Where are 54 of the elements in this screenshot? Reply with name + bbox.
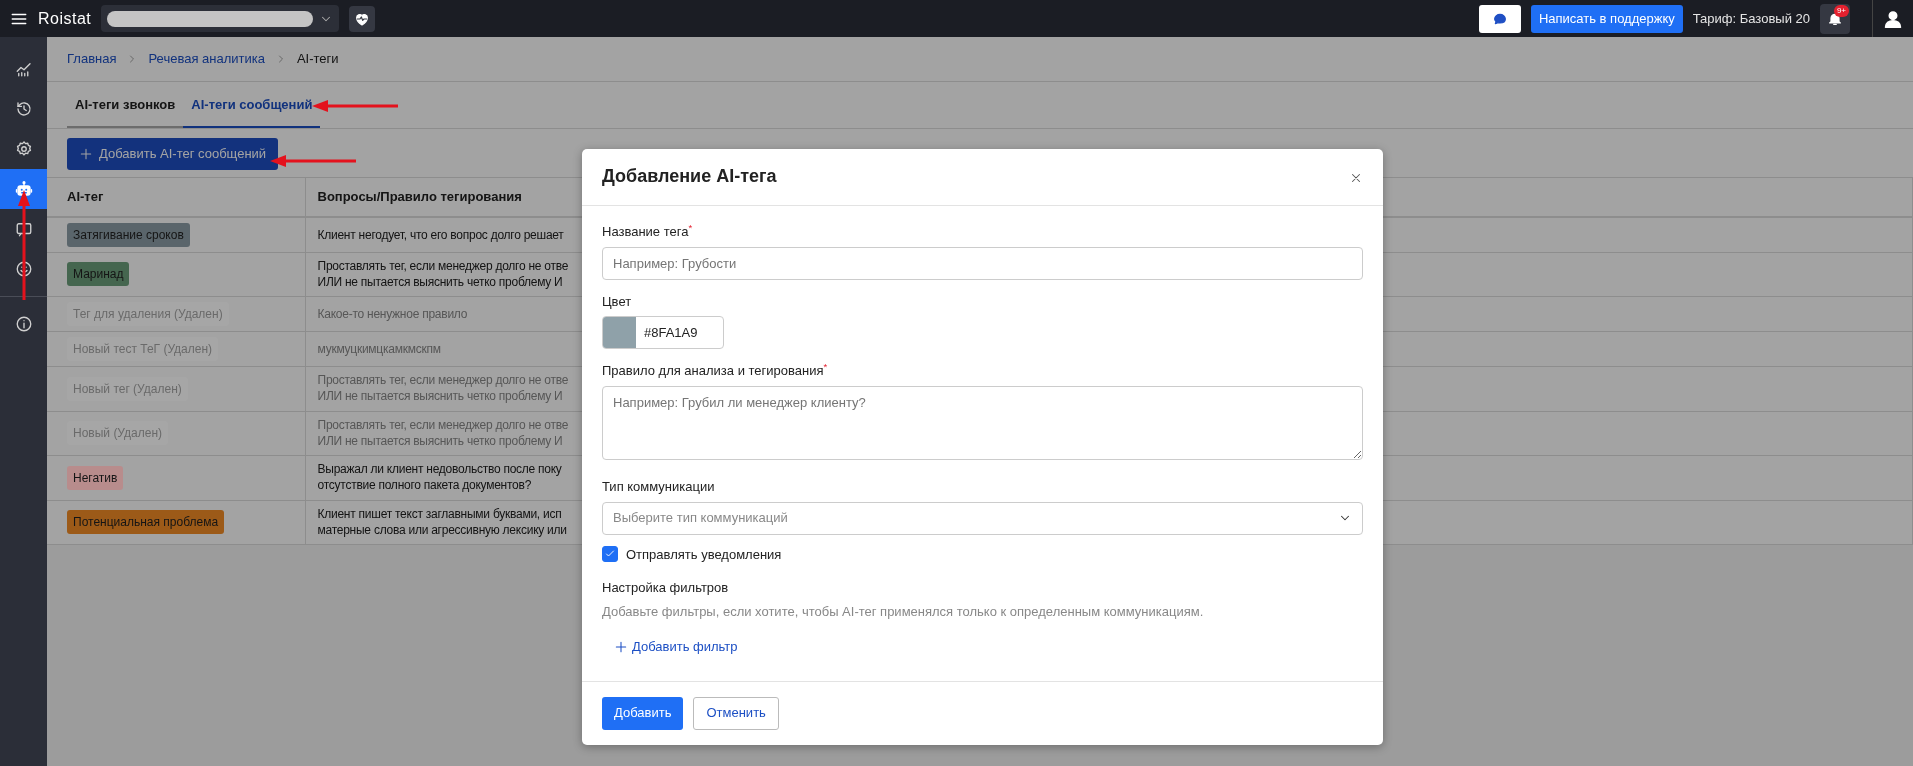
section-title: Настройка фильтров	[602, 579, 730, 597]
chat-button[interactable]	[1478, 4, 1521, 33]
field-label: Правило для анализа и тегирования	[602, 363, 824, 378]
smile-icon	[14, 260, 33, 278]
notification-badge: 9+	[1833, 4, 1849, 17]
settings-icon	[14, 140, 33, 158]
checkbox-label: Отправлять уведомления	[626, 545, 782, 564]
color-picker[interactable]: #8FA1A9	[602, 316, 724, 349]
project-selector[interactable]	[101, 5, 340, 32]
breadcrumb-current: AI-теги	[296, 50, 339, 69]
info-icon	[14, 315, 33, 333]
tag-name-input[interactable]: Например: Грубости	[602, 246, 1363, 280]
rule-textarea[interactable]: Например: Грубил ли менеджер клиенту?	[602, 385, 1363, 460]
notifications-button[interactable]: 9+	[1820, 3, 1850, 34]
notify-checkbox[interactable]	[602, 546, 618, 563]
sidebar-item[interactable]	[0, 169, 47, 209]
support-button[interactable]: Написать в поддержку	[1530, 4, 1683, 33]
hint-text: Добавьте фильтры, если хотите, чтобы AI-тег применялся только к определенным коммуникациям.	[602, 602, 1205, 621]
rule-text: Проставлять тег, если менеджер долго не отве ИЛИ не пытается выяснить четко проблему И	[317, 372, 569, 404]
history-icon	[14, 100, 33, 118]
communication-type-select[interactable]: Выберите тип коммуникаций	[602, 501, 1363, 535]
field-label: Тип коммуникации	[602, 479, 715, 494]
breadcrumb-link[interactable]: Речевая аналитика	[148, 49, 265, 69]
add-tag-button[interactable]: Добавить AI-тег сообщений	[67, 138, 279, 170]
tag-label: Маринад	[67, 262, 130, 287]
rule-text: Выражал ли клиент недовольство после поку отсутствие полного пакета документов?	[317, 461, 562, 493]
required-asterisk: *	[823, 361, 828, 373]
rule-text: мукмуцкимцкамкмскпм	[317, 341, 441, 358]
health-button[interactable]	[349, 5, 376, 32]
tag-label: Потенциальная проблема	[67, 510, 225, 535]
chart-icon	[14, 60, 33, 78]
tag-label: Затягивание сроков	[67, 222, 190, 247]
rule-text: Проставлять тег, если менеджер долго не отве ИЛИ не пытается выяснить четко проблему И	[317, 416, 569, 449]
user-icon	[1883, 8, 1903, 29]
tariff-label: Тариф: Базовый 20	[1692, 9, 1810, 28]
breadcrumb-link[interactable]: Главная	[67, 49, 117, 69]
rule-text: Какое-то ненужное правило	[317, 306, 468, 323]
rule-text: Клиент негодует, что его вопрос долго решает	[317, 226, 564, 243]
rule-text: Проставлять тег, если менеджер долго не отве ИЛИ не пытается выяснить четко проблему И	[317, 257, 569, 290]
plus-icon	[614, 639, 628, 654]
color-value: #8FA1A9	[643, 323, 699, 342]
message-square-icon	[14, 220, 33, 238]
robot-icon	[14, 180, 33, 198]
add-filter-link[interactable]: Добавить фильтр	[602, 621, 750, 673]
logo: Roistat	[38, 8, 92, 29]
tag-label: Негатив	[67, 465, 124, 490]
plus-icon	[79, 147, 93, 161]
column-header: AI-тег	[47, 177, 305, 217]
required-asterisk: *	[688, 222, 693, 234]
cancel-button[interactable]: Отменить	[693, 696, 779, 730]
submit-button[interactable]: Добавить	[602, 696, 684, 730]
field-label: Цвет	[602, 293, 632, 309]
field-label: Название тега	[602, 224, 689, 239]
rule-text: Клиент пишет текст заглавными буквами, исп матерные слова или агрессивную лексику или	[317, 505, 567, 538]
